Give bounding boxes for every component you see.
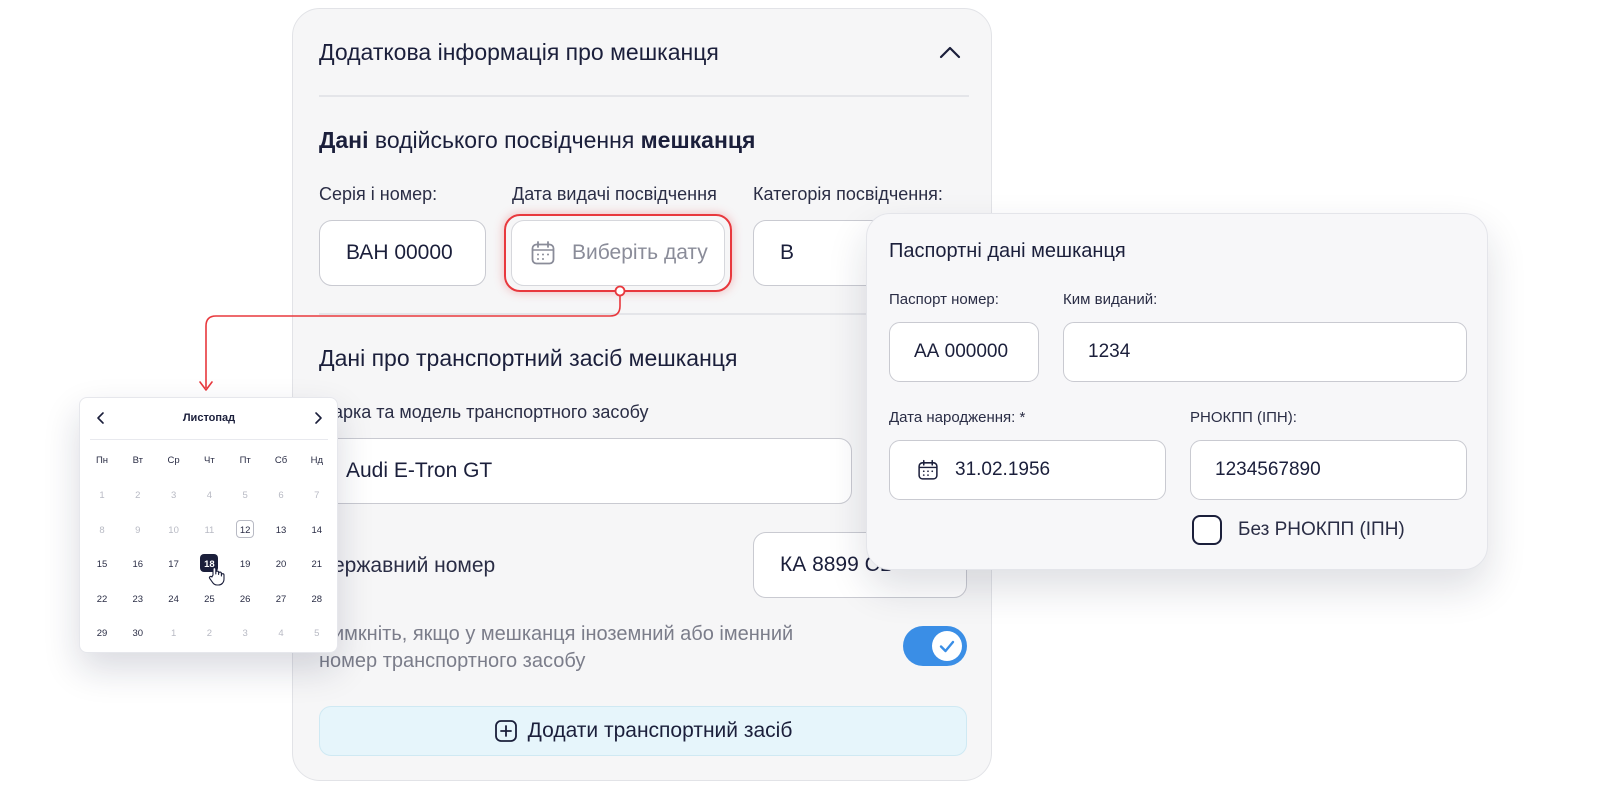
calendar-day[interactable]: 3 [156,490,192,501]
birth-date-value: 31.02.1956 [955,459,1051,480]
calendar-day[interactable]: 7 [299,490,335,501]
calendar-day[interactable]: 19 [227,559,263,570]
issued-by-input[interactable]: 1234 [1063,322,1467,382]
weekday-label: Нд [310,455,323,466]
passport-popup: Паспортні дані мешканця Паспорт номер: К… [866,213,1488,570]
calendar-day[interactable]: 2 [120,490,156,501]
calendar-day[interactable]: 9 [120,525,156,536]
calendar-day[interactable]: 5 [227,490,263,501]
calendar-day[interactable]: 10 [156,525,192,536]
calendar-day-today[interactable]: 12 [227,525,263,536]
no-tax-checkbox[interactable] [1192,515,1222,545]
calendar-day[interactable]: 8 [84,525,120,536]
calendar-day[interactable]: 28 [299,594,335,605]
calendar-day[interactable]: 5 [299,628,335,639]
calendar-day[interactable]: 6 [263,490,299,501]
calendar-day[interactable]: 4 [263,628,299,639]
calendar-day[interactable]: 16 [120,559,156,570]
weekday-label: Пт [239,455,251,466]
weekday-label: Сб [274,455,288,466]
weekday-label: Пн [95,455,109,466]
calendar-day[interactable]: 2 [191,628,227,639]
passport-label: Паспорт номер: [889,291,999,308]
tax-label: РНОКПП (ІПН): [1190,409,1297,426]
tax-input[interactable]: 1234567890 [1190,440,1467,500]
passport-input[interactable]: АА 000000 [889,322,1039,382]
calendar-day[interactable]: 1 [156,628,192,639]
calendar-day[interactable]: 17 [156,559,192,570]
calendar-day[interactable]: 21 [299,559,335,570]
passport-title: Паспортні дані мешканця [889,240,1126,262]
weekday-label: Ср [167,455,180,466]
birth-label: Дата народження: * [889,409,1026,426]
calendar-day[interactable]: 20 [263,559,299,570]
calendar-day[interactable]: 23 [120,594,156,605]
calendar-day[interactable]: 3 [227,628,263,639]
no-tax-label: Без РНОКПП (ІПН) [1238,519,1405,540]
issued-by-label: Ким виданий: [1063,291,1158,308]
calendar-day[interactable]: 1 [84,490,120,501]
calendar-day[interactable]: 25 [191,594,227,605]
calendar-day[interactable]: 30 [120,628,156,639]
calendar-day[interactable]: 11 [191,525,227,536]
calendar-day[interactable]: 13 [263,525,299,536]
date-picker-calendar: Листопад Пн Вт Ср Чт Пт Сб Нд 1 2 3 4 5 6 7 8 9 10 11 12 13… [79,397,338,653]
calendar-day[interactable]: 26 [227,594,263,605]
calendar-day[interactable]: 15 [84,559,120,570]
calendar-day[interactable]: 14 [299,525,335,536]
calendar-day[interactable]: 22 [84,594,120,605]
calendar-day[interactable]: 4 [191,490,227,501]
calendar-day[interactable]: 27 [263,594,299,605]
calendar-icon [917,459,939,481]
birth-date-picker[interactable]: 31.02.1956 [889,440,1166,500]
weekday-label: Чт [204,455,215,466]
weekday-label: Вт [132,455,143,466]
calendar-day[interactable]: 29 [84,628,120,639]
hand-cursor-icon [208,566,226,586]
calendar-day[interactable]: 24 [156,594,192,605]
calendar-grid: Пн Вт Ср Чт Пт Сб Нд 1 2 3 4 5 6 7 8 9 10 11 12 13 14 15 16 17 1… [82,398,338,654]
